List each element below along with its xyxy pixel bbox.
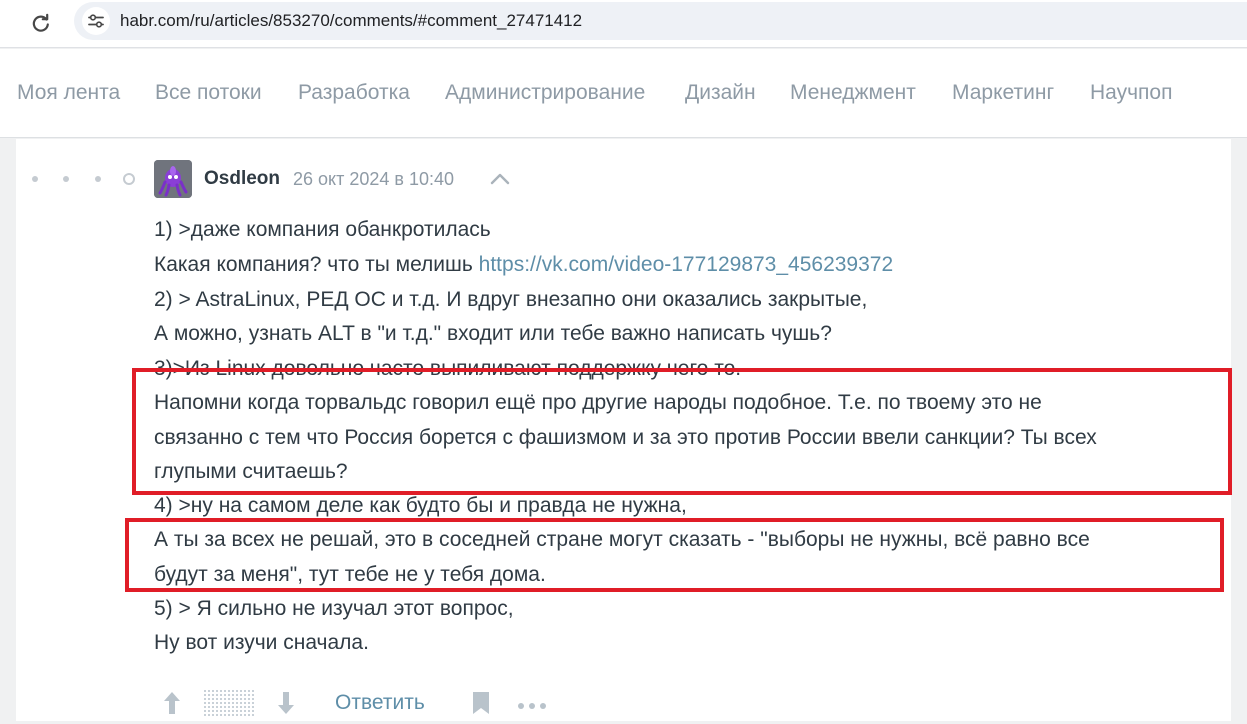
rating-placeholder	[204, 690, 254, 721]
site-settings-icon[interactable]	[82, 7, 110, 35]
more-options-icon[interactable]	[516, 698, 548, 716]
comment: Osdleon 26 окт 2024 в 10:40 1) >даже ком…	[16, 139, 1232, 724]
thread-level-dot	[63, 176, 69, 182]
nav-item-design[interactable]: Дизайн	[685, 81, 756, 105]
avatar[interactable]	[154, 160, 192, 198]
nav-item-my-feed[interactable]: Моя лента	[17, 81, 120, 105]
thread-level-dot	[95, 176, 101, 182]
nav-item-marketing[interactable]: Маркетинг	[952, 81, 1054, 105]
comment-line: будут за меня", тут тебе не у тебя дома.	[154, 563, 546, 586]
comment-author[interactable]: Osdleon	[204, 168, 280, 190]
vote-up-icon[interactable]	[162, 690, 182, 721]
comment-line: Какая компания? что ты мелишь https://vk…	[154, 253, 893, 277]
comment-actions: Ответить	[16, 684, 1231, 724]
comment-line: 1) >даже компания обанкротилась	[154, 218, 491, 241]
url-text[interactable]: habr.com/ru/articles/853270/comments/#co…	[120, 11, 582, 31]
comment-line: Напомни когда торвальдс говорил ещё про …	[154, 391, 1042, 414]
comment-line: Ну вот изучи сначала.	[154, 631, 369, 654]
bookmark-icon[interactable]	[471, 690, 491, 721]
nav-item-development[interactable]: Разработка	[298, 81, 410, 105]
thread-level-dot	[32, 176, 38, 182]
browser-toolbar: habr.com/ru/articles/853270/comments/#co…	[0, 0, 1247, 48]
thread-level-ring[interactable]	[123, 173, 135, 185]
nav-item-administration[interactable]: Администрирование	[445, 81, 645, 105]
vote-down-icon[interactable]	[276, 690, 296, 721]
comment-line: связанно с тем что Россия борется с фаши…	[154, 426, 1097, 449]
comment-line: А можно, узнать ALT в "и т.д." входит ил…	[154, 322, 832, 345]
comment-line-text: Какая компания? что ты мелишь	[154, 253, 479, 276]
hub-navigation: Моя лента Все потоки Разработка Админист…	[0, 49, 1247, 138]
chevron-up-icon[interactable]	[490, 170, 510, 186]
address-bar[interactable]: habr.com/ru/articles/853270/comments/#co…	[74, 2, 1247, 40]
comment-line: 5) > Я сильно не изучал этот вопрос,	[154, 597, 514, 620]
reply-button[interactable]: Ответить	[335, 691, 425, 715]
comment-date[interactable]: 26 окт 2024 в 10:40	[293, 169, 454, 190]
comment-line: 3)>Из Linux довольно часто выпиливают по…	[154, 357, 742, 380]
comment-line: 2) > AstraLinux, РЕД ОС и т.д. И вдруг в…	[154, 288, 868, 311]
reload-icon[interactable]	[26, 8, 56, 38]
comment-line: глупыми считаешь?	[154, 460, 348, 483]
nav-item-management[interactable]: Менеджмент	[790, 81, 916, 105]
nav-item-popsci[interactable]: Научпоп	[1090, 81, 1172, 105]
nav-item-all-streams[interactable]: Все потоки	[155, 81, 262, 105]
comment-line: 4) >ну на самом деле как будто бы и прав…	[154, 494, 687, 517]
video-link[interactable]: https://vk.com/video-177129873_456239372	[479, 253, 893, 276]
comment-line: А ты за всех не решай, это в соседней ст…	[154, 528, 1090, 551]
